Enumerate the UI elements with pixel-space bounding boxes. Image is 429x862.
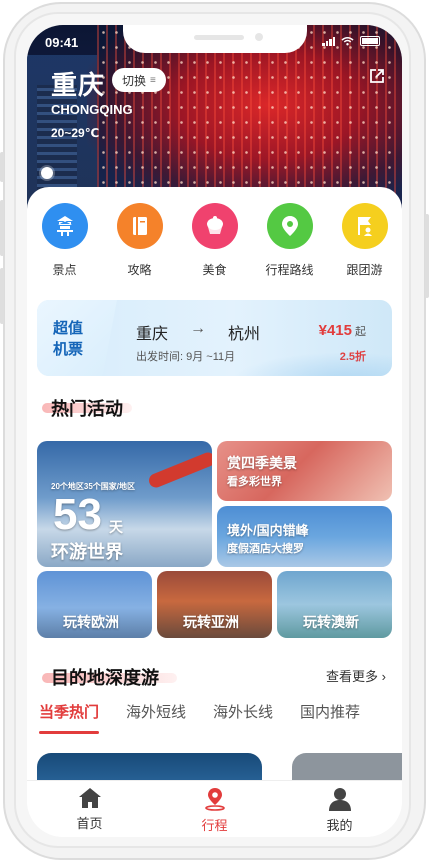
share-icon[interactable] (368, 67, 386, 85)
category-label: 景点 (52, 263, 77, 277)
category-routes[interactable]: 行程路线 (252, 203, 327, 278)
temperature: 20~29℃ (51, 126, 100, 140)
route-arrow: → (190, 320, 207, 337)
mute-switch (0, 152, 4, 182)
home-icon (78, 788, 101, 808)
tab-domestic[interactable]: 国内推荐 (300, 701, 360, 732)
status-time: 09:41 (45, 35, 79, 50)
world-tour-number: 53 (53, 490, 102, 539)
city-name-en: CHONGQING (51, 102, 133, 117)
flight-deal-banner[interactable]: 超值 机票 重庆 → 杭州 出发时间: 9月 ~11月 ¥415起 2.5折 (37, 300, 392, 376)
tile-australia-nz[interactable]: 玩转澳新 (277, 571, 392, 638)
category-row: 景点 攻略 美食 行程路线 跟团游 (27, 203, 402, 278)
switch-city-button[interactable]: 切换 ≡ (112, 68, 166, 92)
book-icon (116, 203, 163, 249)
asia-label: 玩转亚洲 (183, 614, 239, 630)
category-label: 行程路线 (265, 263, 314, 277)
tab-seasonal-hot[interactable]: 当季热门 (39, 701, 100, 734)
tabbar-itinerary[interactable]: 行程 (152, 781, 277, 837)
destination-title: 目的地深度游 (51, 668, 159, 688)
airplane-graphic (146, 450, 212, 490)
price-value: ¥415 (318, 322, 352, 339)
flight-from: 重庆 (136, 326, 169, 343)
user-icon (328, 788, 351, 811)
tile-offpeak-hotels[interactable]: 境外/国内错峰 度假酒店大搜罗 (217, 506, 392, 567)
category-food[interactable]: 美食 (177, 203, 252, 278)
camera (255, 33, 263, 41)
tile-four-seasons[interactable]: 赏四季美景 看多彩世界 (217, 441, 392, 501)
list-icon: ≡ (150, 74, 156, 86)
tile-europe[interactable]: 玩转欧洲 (37, 571, 152, 638)
flight-route: 重庆 → 杭州 (136, 320, 260, 344)
tabbar-home[interactable]: 首页 (27, 781, 152, 837)
season-title: 赏四季美景 (227, 455, 297, 471)
volume-down-button (0, 268, 4, 324)
flag-group-icon (341, 203, 388, 249)
flight-price: ¥415 起 (319, 322, 366, 339)
europe-label: 玩转欧洲 (63, 614, 119, 630)
departure-info: 出发时间: 9月 ~11月 (136, 348, 235, 364)
tile-asia[interactable]: 玩转亚洲 (157, 571, 272, 638)
price-suffix: 起 (355, 326, 366, 338)
view-more-label: 查看更多 (326, 669, 379, 684)
wifi-icon (341, 37, 354, 46)
power-button (425, 214, 429, 298)
hotel-subtitle: 度假酒店大搜罗 (227, 543, 304, 555)
season-subtitle: 看多彩世界 (227, 476, 282, 488)
signal-icon (322, 36, 335, 46)
app-screen: 09:41 重庆 切换 ≡ CHONGQING 20~29℃ 景点 攻略 美食 … (27, 25, 402, 837)
destination-tabs: 当季热门 海外短线 海外长线 国内推荐 (39, 701, 387, 734)
map-pin-icon (266, 203, 313, 249)
volume-up-button (0, 200, 4, 256)
flight-tag-line1: 超值 (53, 320, 84, 337)
category-label: 跟团游 (346, 263, 383, 277)
status-icons (322, 36, 380, 46)
tabbar-label: 首页 (76, 816, 103, 831)
pagoda-icon (41, 203, 88, 249)
category-group-tours[interactable]: 跟团游 (327, 203, 402, 278)
category-label: 美食 (202, 263, 227, 277)
tile-world-tour[interactable]: 20个地区35个国家/地区 53 天 环游世界 (37, 441, 212, 567)
aus-label: 玩转澳新 (303, 614, 359, 630)
world-tour-unit: 天 (109, 519, 123, 535)
sun-icon (41, 167, 53, 179)
speaker (194, 35, 244, 40)
cupcake-icon (191, 203, 238, 249)
flight-tag-line2: 机票 (53, 341, 84, 358)
category-guides[interactable]: 攻略 (102, 203, 177, 278)
hotel-title: 境外/国内错峰 (227, 523, 309, 538)
tab-overseas-long[interactable]: 海外长线 (213, 701, 273, 732)
hot-activities-title: 热门活动 (51, 399, 123, 419)
chevron-right-icon: › (381, 669, 386, 684)
battery-icon (360, 36, 380, 46)
switch-label: 切换 (122, 73, 147, 88)
depart-range: 9月 ~11月 (186, 351, 236, 363)
category-attractions[interactable]: 景点 (27, 203, 102, 278)
flight-tag: 超值 机票 (37, 300, 117, 376)
tabbar-label: 行程 (201, 818, 228, 833)
city-name: 重庆 (51, 70, 106, 100)
tab-overseas-short[interactable]: 海外短线 (126, 701, 186, 732)
bottom-tab-bar: 首页 行程 我的 (27, 780, 402, 837)
world-tour-title: 环游世界 (51, 542, 123, 562)
depart-label: 出发时间: (136, 351, 184, 363)
view-more-link[interactable]: 查看更多 › (326, 666, 386, 685)
tabbar-profile[interactable]: 我的 (277, 781, 402, 837)
route-pin-icon (204, 788, 225, 811)
category-label: 攻略 (127, 263, 152, 277)
flight-to: 杭州 (228, 326, 261, 343)
tabbar-label: 我的 (326, 818, 353, 833)
